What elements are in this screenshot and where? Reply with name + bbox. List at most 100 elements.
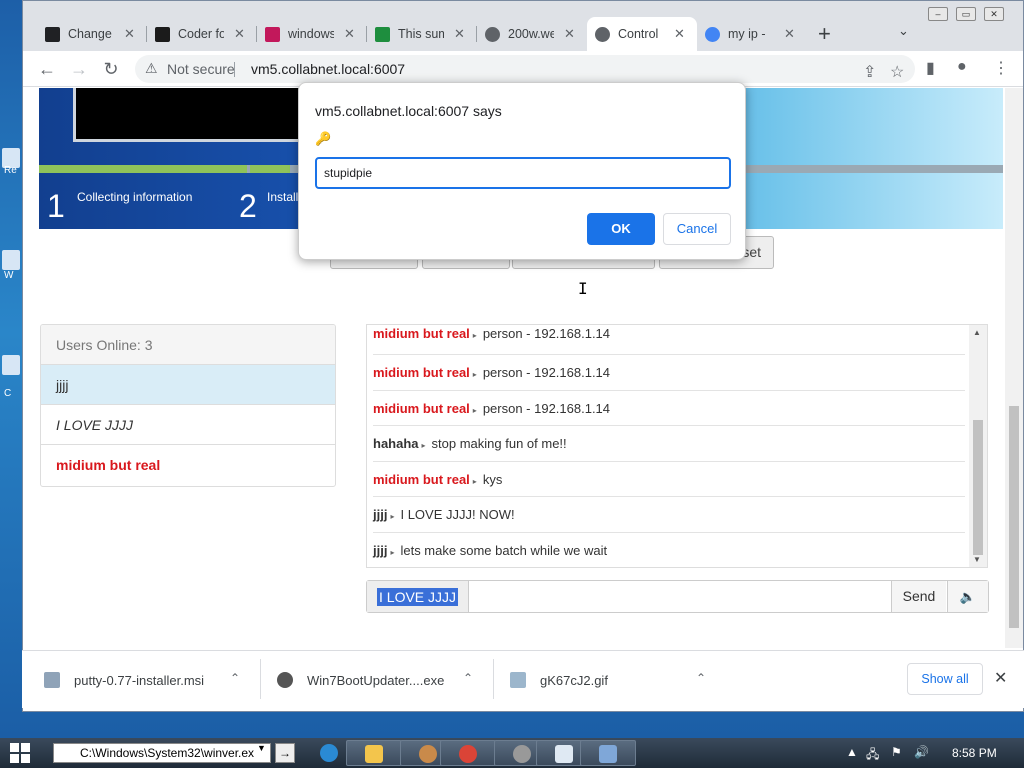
vertical-scroll-thumb[interactable] [1009, 406, 1019, 628]
tab-close-icon[interactable]: ✕ [674, 26, 685, 42]
download-item[interactable]: putty-0.77-installer.msi [44, 651, 204, 709]
forward-arrow-icon[interactable]: → [67, 57, 91, 81]
close-window-icon[interactable]: ✕ [984, 7, 1004, 21]
tab-favicon-icon [265, 26, 280, 42]
users-online-header: Users Online: 3 [41, 325, 335, 365]
desktop-icon[interactable] [2, 355, 20, 375]
tab-label: Coder fo [178, 27, 224, 41]
tab-close-icon[interactable]: ✕ [124, 26, 135, 42]
tab-close-icon[interactable]: ✕ [234, 26, 245, 42]
chat-text: I LOVE JJJJ! NOW! [400, 507, 515, 523]
send-button[interactable]: Send [891, 581, 946, 612]
tab-control[interactable]: Control ✕ [587, 17, 697, 51]
chat-username: midium but real [373, 365, 470, 380]
action-center-flag-icon[interactable]: ⚑ [891, 745, 902, 759]
caret-right-icon: ▸ [472, 331, 477, 340]
tab-close-icon[interactable]: ✕ [454, 26, 465, 42]
tab-coder[interactable]: Coder fo ✕ [147, 17, 257, 51]
address-toolbar-input[interactable]: C:\Windows\System32\winver.ex [53, 743, 271, 763]
tab-close-icon[interactable]: ✕ [344, 26, 355, 42]
chat-scroll-thumb[interactable] [973, 420, 983, 555]
download-filename: gK67cJ2.gif [540, 672, 608, 688]
chat-panel[interactable]: midium but real ▸ person - 192.168.1.14 mi… [366, 324, 988, 568]
taskbar-app-explorer[interactable] [346, 740, 402, 766]
new-tab-plus-icon[interactable]: + [818, 21, 831, 47]
dialog-text-input[interactable] [315, 157, 731, 189]
chat-messages: midium but real ▸ person - 192.168.1.14 mi… [367, 325, 965, 567]
tab-change[interactable]: Change ✕ [37, 17, 147, 51]
taskbar: C:\Windows\System32\winver.ex ▼ → ▲ 🖧 ⚑ … [0, 738, 1024, 768]
step-label: Install [267, 190, 299, 204]
bookmark-star-icon[interactable]: ☆ [890, 62, 904, 82]
chevron-up-icon[interactable]: ⌃ [696, 671, 706, 685]
chat-text: kys [482, 471, 503, 487]
chevron-up-icon[interactable]: ⌃ [463, 671, 473, 685]
scroll-down-arrow-icon[interactable]: ▼ [973, 555, 981, 564]
network-tray-icon[interactable]: 🖧 [866, 745, 879, 766]
user-item[interactable]: jjjj [41, 365, 335, 405]
download-item[interactable]: gK67cJ2.gif [510, 651, 608, 709]
caret-right-icon: ▸ [472, 476, 477, 486]
tab-favicon-icon [375, 26, 390, 42]
reload-icon[interactable]: ↻ [99, 57, 123, 81]
text-cursor-icon: I [578, 279, 588, 298]
desktop-icon[interactable] [2, 250, 20, 270]
step-label: Collecting information [77, 190, 193, 204]
close-icon[interactable]: ✕ [994, 668, 1007, 688]
minimize-icon[interactable]: – [928, 7, 948, 21]
side-panel-icon[interactable]: ▮ [926, 58, 935, 78]
speaker-button[interactable]: 🔈 [947, 581, 988, 612]
tab-search-chevron-icon[interactable]: ⌄ [898, 23, 909, 39]
start-windows-icon[interactable] [10, 743, 30, 763]
desktop-icon-label: C [4, 388, 12, 399]
share-icon[interactable]: ⇪ [863, 62, 876, 82]
kebab-menu-icon[interactable]: ⋮ [993, 58, 1009, 78]
google-icon [705, 26, 720, 42]
chat-input-group: I LOVE JJJJ Send 🔈 [366, 580, 989, 613]
user-item[interactable]: midium but real [41, 445, 335, 485]
dropdown-arrow-icon[interactable]: ▼ [257, 743, 266, 753]
user-item[interactable]: I LOVE JJJJ [41, 405, 335, 445]
tab-close-icon[interactable]: ✕ [564, 26, 575, 42]
tab-windows[interactable]: windows ✕ [257, 17, 367, 51]
tab-my-ip[interactable]: my ip - ✕ [697, 17, 807, 51]
terminal-preview [73, 88, 313, 142]
globe-icon [485, 26, 500, 42]
chat-scrollbar[interactable]: ▲ ▼ [969, 325, 987, 567]
show-all-button[interactable]: Show all [907, 663, 983, 695]
taskbar-clock[interactable]: 8:58 PM [952, 746, 997, 760]
not-secure-label[interactable]: Not secure [167, 61, 235, 77]
tab-this-sum[interactable]: This sum ✕ [367, 17, 477, 51]
chat-message: midium but real ▸ kys [373, 462, 965, 498]
chat-name-selected[interactable]: I LOVE JJJJ [377, 588, 459, 606]
download-item[interactable]: Win7BootUpdater....exe [277, 651, 444, 709]
volume-icon[interactable]: 🔊 [914, 745, 929, 759]
cancel-button[interactable]: Cancel [663, 213, 731, 245]
tab-label: Change [68, 27, 112, 41]
prompt-dialog: vm5.collabnet.local:6007 says 🔑 OK Cance… [298, 82, 746, 260]
exe-file-icon [277, 672, 293, 688]
chevron-up-icon[interactable]: ⌃ [230, 671, 240, 685]
caret-right-icon: ▸ [390, 512, 395, 522]
back-arrow-icon[interactable]: ← [35, 57, 59, 81]
download-filename: putty-0.77-installer.msi [74, 672, 205, 688]
go-arrow-icon[interactable]: → [275, 743, 295, 763]
profile-avatar-icon[interactable]: ● [957, 58, 967, 76]
maximize-icon[interactable]: ▭ [956, 7, 976, 21]
divider [234, 62, 235, 77]
tray-expand-icon[interactable]: ▲ [846, 745, 858, 759]
url-text[interactable]: vm5.collabnet.local:6007 [251, 61, 405, 77]
vertical-scrollbar[interactable] [1005, 88, 1023, 648]
tab-200w[interactable]: 200w.we ✕ [477, 17, 587, 51]
tab-close-icon[interactable]: ✕ [784, 26, 795, 42]
palette-icon [419, 745, 437, 763]
image-file-icon [510, 672, 526, 688]
address-bar[interactable]: ⚠ Not secure vm5.collabnet.local:6007 ⇪ … [135, 55, 915, 83]
chat-message: midium but real ▸ person - 192.168.1.14 [373, 325, 965, 355]
warning-triangle-icon[interactable]: ⚠ [145, 60, 158, 77]
chat-name-prefix[interactable]: I LOVE JJJJ [367, 581, 469, 612]
taskbar-app-network[interactable] [580, 740, 636, 766]
taskbar-app-chrome[interactable] [440, 740, 496, 766]
ok-button[interactable]: OK [587, 213, 655, 245]
scroll-up-arrow-icon[interactable]: ▲ [973, 328, 981, 337]
